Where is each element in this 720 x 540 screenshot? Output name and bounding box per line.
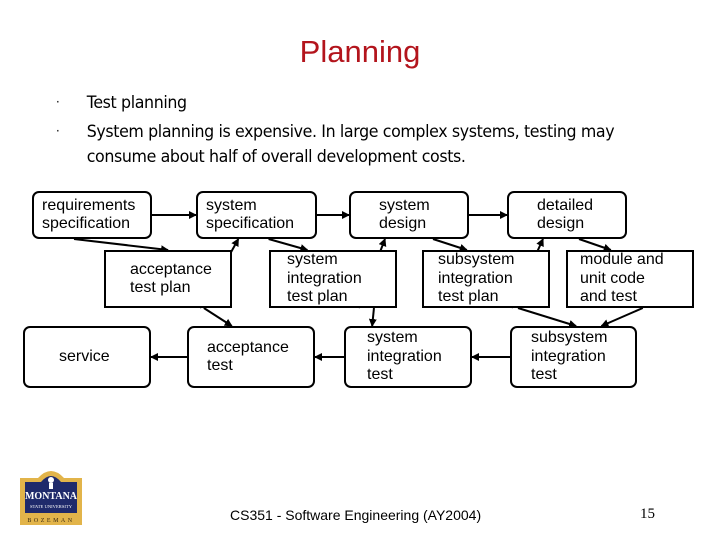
node-label-line: test plan (287, 288, 348, 306)
node-requirements-specification: requirements specification (32, 191, 152, 239)
arrow-system-specification-to-system-integration-test-plan (268, 238, 309, 252)
node-label-line: unit code (580, 269, 645, 287)
node-system-integration-test-plan: system integration test plan (269, 250, 397, 308)
arrow-system-integration-test-plan-to-system-integration-test (368, 307, 377, 327)
node-label-line: and test (580, 288, 637, 306)
node-label-line: test plan (438, 288, 499, 306)
montana-state-logo: MONTANA STATE UNIVERSITY BOZEMAN (18, 466, 84, 526)
node-label-line: design (379, 215, 427, 232)
node-system-design: system design (349, 191, 469, 239)
node-label-line: system (287, 251, 338, 269)
node-detailed-design: detailed design (507, 191, 627, 239)
node-label-line: specification (206, 215, 295, 232)
node-acceptance-test: acceptance test (187, 326, 315, 388)
node-label-line: subsystem (438, 251, 515, 269)
node-module-unit-code-test: module and unit code and test (566, 250, 694, 308)
node-label-line: test (531, 366, 557, 384)
node-label-line: design (537, 215, 585, 232)
arrow-module-unit-code-test-to-subsystem-integration-test (600, 307, 644, 327)
node-label-line: module and (580, 251, 664, 269)
node-label-line: integration (287, 269, 362, 287)
node-label-line: requirements (42, 196, 136, 214)
node-service: service (23, 326, 151, 388)
logo-lamp-icon (48, 477, 54, 483)
arrow-subsystem-integration-test-plan-to-subsystem-integration-test (517, 307, 577, 328)
node-label-line: system (206, 196, 257, 214)
node-system-specification: system specification (196, 191, 317, 239)
node-label-line: system (379, 196, 430, 214)
node-label-line: acceptance (130, 260, 212, 278)
node-label-line: test plan (130, 279, 191, 296)
node-label-line: test (207, 357, 233, 374)
node-subsystem-integration-test: subsystem integration test (510, 326, 637, 388)
arrow-requirements-specification-to-acceptance-test-plan (73, 238, 169, 254)
node-label-line: detailed (537, 196, 594, 214)
node-label-line: acceptance (207, 338, 289, 356)
node-subsystem-integration-test-plan: subsystem integration test plan (422, 250, 550, 308)
node-label-line: system (367, 329, 418, 347)
arrow-system-design-to-subsystem-integration-test-plan (432, 238, 468, 252)
node-label-line: specification (42, 215, 131, 232)
node-label-line: integration (531, 347, 606, 365)
node-label-line: service (59, 347, 110, 365)
logo-line1: MONTANA (25, 491, 78, 502)
arrow-detailed-design-to-module-unit-code-test (578, 238, 612, 252)
node-label-line: subsystem (531, 329, 608, 347)
arrow-acceptance-test-plan-to-acceptance-test (203, 307, 233, 327)
footer-course: CS351 - Software Engineering (AY2004) (230, 507, 482, 523)
node-label-line: integration (367, 347, 442, 365)
logo-line3: BOZEMAN (27, 518, 74, 524)
page-number: 15 (640, 506, 655, 522)
node-acceptance-test-plan: acceptance test plan (104, 250, 232, 308)
node-label-line: test (367, 366, 393, 384)
node-label-line: integration (438, 269, 513, 287)
node-system-integration-test: system integration test (344, 326, 472, 388)
logo-line2: STATE UNIVERSITY (30, 504, 73, 509)
